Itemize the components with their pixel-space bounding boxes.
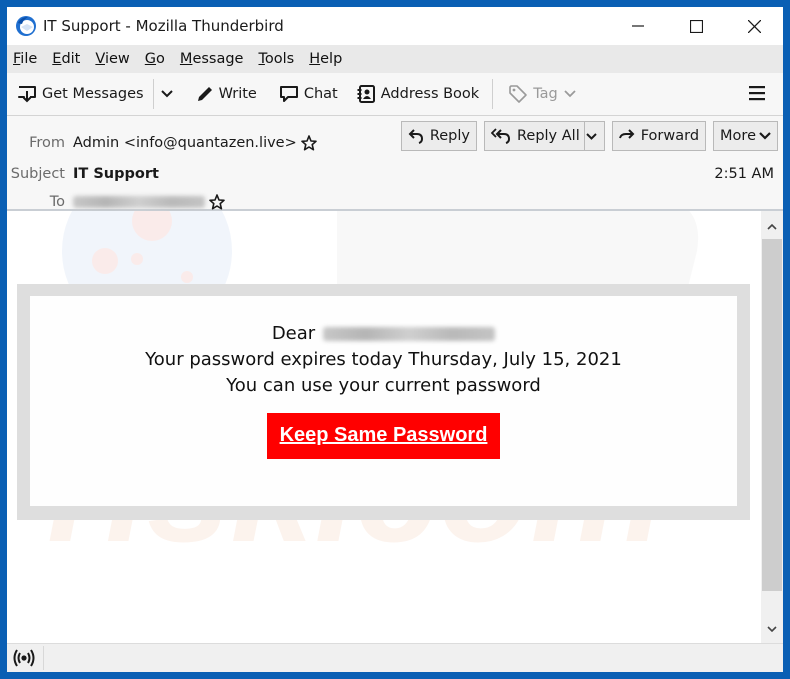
to-field [73, 194, 225, 210]
tag-icon [509, 85, 528, 103]
menu-file-rest: ile [20, 51, 38, 67]
info-line: You can use your current password [226, 375, 541, 396]
forward-label: Forward [640, 128, 700, 144]
reply-arrow-icon [408, 129, 423, 144]
scrollbar-thumb[interactable] [762, 239, 782, 591]
from-field: Admin <info@quantazen.live> [73, 135, 317, 151]
thunderbird-window: IT Support - Mozilla Thunderbird File Ed… [7, 7, 783, 672]
star-icon[interactable] [209, 194, 225, 210]
tag-label: Tag [533, 86, 558, 102]
menu-help-rest: elp [320, 51, 343, 67]
write-label: Write [218, 86, 257, 102]
menu-edit[interactable]: Edit [52, 51, 80, 67]
toolbar-separator [492, 79, 494, 109]
chevron-down-icon [160, 90, 173, 98]
vertical-scrollbar[interactable] [761, 211, 783, 643]
online-status-icon [13, 649, 35, 667]
more-label: More [720, 128, 756, 144]
chevron-down-icon [759, 132, 771, 140]
menu-view-accel: V [95, 51, 105, 67]
minimize-icon [632, 25, 644, 27]
menu-view[interactable]: View [95, 51, 129, 67]
window-title: IT Support - Mozilla Thunderbird [43, 17, 284, 35]
chevron-down-icon [586, 132, 597, 140]
hamburger-menu-icon [749, 86, 765, 101]
menu-bar: File Edit View Go Message Tools Help [7, 45, 783, 73]
menu-message-accel: M [179, 51, 193, 67]
tag-button[interactable]: Tag [503, 78, 586, 110]
reply-button[interactable]: Reply [400, 121, 477, 151]
reply-label: Reply [429, 128, 470, 144]
subject-label: Subject [10, 166, 65, 182]
toolbar-separator [152, 79, 154, 109]
menu-view-rest: iew [104, 51, 130, 67]
from-value[interactable]: Admin <info@quantazen.live> [73, 135, 297, 151]
subject-value: IT Support [73, 166, 159, 182]
reply-all-button[interactable]: Reply All [483, 121, 605, 151]
chat-bubble-icon [279, 86, 298, 102]
menu-file[interactable]: File [13, 51, 37, 67]
forward-arrow-icon [618, 129, 635, 139]
address-book-label: Address Book [380, 86, 480, 102]
scroll-up-button[interactable] [761, 217, 783, 237]
email-content: Dear Your password expires today Thursda… [30, 296, 737, 506]
status-separator [43, 646, 44, 670]
pencil-icon [197, 87, 212, 101]
menu-message[interactable]: Message [180, 51, 244, 67]
maximize-icon [689, 19, 703, 33]
to-value-redacted[interactable] [73, 196, 205, 208]
message-time: 2:51 AM [714, 166, 774, 182]
expiry-line: Your password expires today Thursday, Ju… [145, 349, 622, 370]
menu-help-accel: H [309, 51, 321, 67]
menu-help[interactable]: Help [309, 51, 342, 67]
main-toolbar: Get Messages Write Chat Address Book Tag [7, 73, 783, 116]
reply-all-dropdown[interactable] [583, 122, 604, 150]
forward-button[interactable]: Forward [611, 121, 707, 151]
chat-label: Chat [303, 86, 338, 102]
recipient-redacted [323, 327, 496, 341]
to-label: To [49, 194, 65, 210]
chevron-down-icon [767, 626, 777, 632]
message-actions: Reply Reply All Forward More [394, 121, 778, 151]
chevron-up-icon [767, 224, 777, 230]
close-icon [747, 19, 761, 33]
title-bar: IT Support - Mozilla Thunderbird [7, 7, 783, 45]
app-menu-button[interactable] [749, 85, 765, 105]
menu-edit-rest: dit [61, 51, 81, 67]
maximize-button[interactable] [667, 7, 725, 45]
menu-tools[interactable]: Tools [258, 51, 294, 67]
online-status-button[interactable] [13, 648, 35, 672]
keep-same-password-button[interactable]: Keep Same Password [266, 413, 501, 459]
menu-message-rest: essage [192, 51, 244, 67]
status-bar [7, 643, 783, 672]
star-icon[interactable] [300, 135, 317, 151]
address-book-button[interactable]: Address Book [351, 78, 484, 110]
chat-button[interactable]: Chat [274, 78, 343, 110]
close-button[interactable] [725, 7, 783, 45]
message-header: From Admin <info@quantazen.live> Subject… [7, 116, 783, 211]
more-button[interactable]: More [713, 121, 778, 151]
get-messages-label: Get Messages [42, 86, 144, 102]
address-book-icon [357, 85, 375, 103]
thunderbird-logo-icon [15, 15, 37, 37]
message-body: risk.com Dear Your password expires toda… [7, 211, 761, 643]
menu-go[interactable]: Go [145, 51, 165, 67]
get-messages-button[interactable]: Get Messages [12, 78, 149, 110]
scroll-down-button[interactable] [761, 619, 783, 639]
greeting-line: Dear [30, 321, 737, 347]
minimize-button[interactable] [609, 7, 667, 45]
from-label: From [29, 135, 65, 151]
menu-go-accel: G [144, 51, 157, 67]
email-frame: Dear Your password expires today Thursda… [17, 284, 750, 520]
download-mail-icon [18, 86, 36, 103]
write-button[interactable]: Write [191, 78, 262, 110]
reply-all-label: Reply All [516, 128, 580, 144]
greeting-text: Dear [271, 323, 316, 344]
menu-tools-rest: ools [264, 51, 295, 67]
menu-go-rest: o [156, 51, 165, 67]
get-messages-dropdown[interactable] [158, 78, 181, 110]
reply-all-arrow-icon [490, 128, 510, 144]
chevron-down-icon [564, 90, 576, 98]
